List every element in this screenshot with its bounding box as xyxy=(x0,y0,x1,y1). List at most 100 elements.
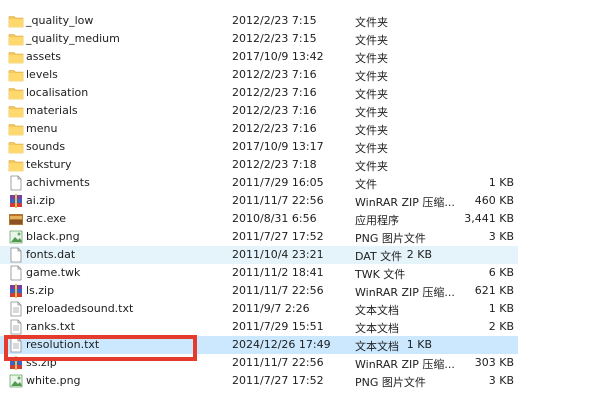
file-size: 2 KB xyxy=(406,248,432,261)
file-row[interactable]: _quality_medium 2012/2/23 7:15 文件夹 xyxy=(0,30,600,48)
file-date: 2012/2/23 7:15 xyxy=(232,32,317,45)
file-name: sounds xyxy=(26,140,66,153)
file-name: arc.exe xyxy=(26,212,67,225)
file-row[interactable]: white.png 2011/7/27 17:52 PNG 图片文件 3 KB xyxy=(0,372,600,390)
file-date: 2017/10/9 13:42 xyxy=(232,50,324,63)
file-name: ls.zip xyxy=(26,284,55,297)
file-date: 2012/2/23 7:16 xyxy=(232,86,317,99)
winrar-zip-icon xyxy=(8,283,24,299)
file-type: 文件夹 xyxy=(355,88,388,101)
file-size: 460 KB xyxy=(474,194,514,207)
file-type: TWK 文件 xyxy=(355,268,406,281)
folder-icon xyxy=(8,157,24,173)
folder-icon xyxy=(8,139,24,155)
file-type: WinRAR ZIP 压缩... xyxy=(355,358,455,371)
file-size: 303 KB xyxy=(474,356,514,369)
file-date: 2011/7/27 17:52 xyxy=(232,374,324,387)
file-row[interactable]: ranks.txt 2011/7/29 15:51 文本文档 2 KB xyxy=(0,318,600,336)
folder-icon xyxy=(8,31,24,47)
file-name: preloadedsound.txt xyxy=(26,302,134,315)
file-row[interactable]: materials 2012/2/23 7:16 文件夹 xyxy=(0,102,600,120)
file-type: 文件夹 xyxy=(355,16,388,29)
file-type: 文件夹 xyxy=(355,70,388,83)
annotation-highlight-box xyxy=(4,335,197,361)
file-size: 1 KB xyxy=(488,176,514,189)
file-name: fonts.dat xyxy=(26,248,76,261)
file-row[interactable]: arc.exe 2010/8/31 6:56 应用程序 3,441 KB xyxy=(0,210,600,228)
file-row[interactable]: teksturу 2012/2/23 7:18 文件夹 xyxy=(0,156,600,174)
file-type: 文件夹 xyxy=(355,160,388,173)
file-date: 2012/2/23 7:16 xyxy=(232,104,317,117)
file-name: menu xyxy=(26,122,58,135)
file-icon xyxy=(8,247,24,263)
file-date: 2011/11/7 22:56 xyxy=(232,284,324,297)
exe-icon xyxy=(8,211,24,227)
folder-icon xyxy=(8,85,24,101)
file-date: 2011/7/29 15:51 xyxy=(232,320,324,333)
file-type: PNG 图片文件 xyxy=(355,376,426,389)
folder-icon xyxy=(8,103,24,119)
folder-icon xyxy=(8,121,24,137)
file-type: 文件夹 xyxy=(355,52,388,65)
file-row[interactable]: ls.zip 2011/11/7 22:56 WinRAR ZIP 压缩... 621… xyxy=(0,282,600,300)
file-date: 2011/7/27 17:52 xyxy=(232,230,324,243)
file-date: 2024/12/26 17:49 xyxy=(232,338,331,351)
file-size: 3 KB xyxy=(488,230,514,243)
file-type: WinRAR ZIP 压缩... xyxy=(355,196,455,209)
file-row[interactable]: ai.zip 2011/11/7 22:56 WinRAR ZIP 压缩... 460… xyxy=(0,192,600,210)
file-name: localisation xyxy=(26,86,89,99)
file-row[interactable]: fonts.dat 2011/10/4 23:21 DAT 文件 2 KB xyxy=(0,246,518,264)
file-type: 文件夹 xyxy=(355,106,388,119)
file-name: ai.zip xyxy=(26,194,56,207)
file-name: _quality_low xyxy=(26,14,94,27)
file-name: black.png xyxy=(26,230,80,243)
file-date: 2012/2/23 7:16 xyxy=(232,122,317,135)
file-type: WinRAR ZIP 压缩... xyxy=(355,286,455,299)
file-row[interactable]: localisation 2012/2/23 7:16 文件夹 xyxy=(0,84,600,102)
text-file-icon xyxy=(8,319,24,335)
file-type: 文件夹 xyxy=(355,124,388,137)
file-date: 2011/7/29 16:05 xyxy=(232,176,324,189)
file-row[interactable]: assets 2017/10/9 13:42 文件夹 xyxy=(0,48,600,66)
file-type: PNG 图片文件 xyxy=(355,232,426,245)
file-name: materials xyxy=(26,104,78,117)
file-date: 2011/9/7 2:26 xyxy=(232,302,310,315)
file-row[interactable]: achivments 2011/7/29 16:05 文件 1 KB xyxy=(0,174,600,192)
file-size: 3,441 KB xyxy=(464,212,514,225)
file-icon xyxy=(8,265,24,281)
file-row[interactable]: preloadedsound.txt 2011/9/7 2:26 文本文档 1 KB xyxy=(0,300,600,318)
file-row[interactable]: levels 2012/2/23 7:16 文件夹 xyxy=(0,66,600,84)
file-size: 6 KB xyxy=(488,266,514,279)
file-row[interactable]: menu 2012/2/23 7:16 文件夹 xyxy=(0,120,600,138)
file-date: 2011/10/4 23:21 xyxy=(232,248,324,261)
file-date: 2010/8/31 6:56 xyxy=(232,212,317,225)
folder-icon xyxy=(8,13,24,29)
file-name: assets xyxy=(26,50,62,63)
text-file-icon xyxy=(8,301,24,317)
file-type: 文本文档 xyxy=(355,322,399,335)
folder-icon xyxy=(8,67,24,83)
file-name: game.twk xyxy=(26,266,81,279)
file-name: teksturу xyxy=(26,158,72,171)
file-row[interactable]: black.png 2011/7/27 17:52 PNG 图片文件 3 KB xyxy=(0,228,600,246)
file-date: 2011/11/2 18:41 xyxy=(232,266,324,279)
file-type: 文件 xyxy=(355,178,377,191)
file-size: 2 KB xyxy=(488,320,514,333)
file-row[interactable]: _quality_low 2012/2/23 7:15 文件夹 xyxy=(0,12,600,30)
file-date: 2017/10/9 13:17 xyxy=(232,140,324,153)
file-name: ranks.txt xyxy=(26,320,75,333)
file-size: 1 KB xyxy=(488,302,514,315)
file-icon xyxy=(8,175,24,191)
file-row[interactable]: game.twk 2011/11/2 18:41 TWK 文件 6 KB xyxy=(0,264,600,282)
folder-icon xyxy=(8,49,24,65)
file-name: achivments xyxy=(26,176,90,189)
winrar-zip-icon xyxy=(8,193,24,209)
file-date: 2011/11/7 22:56 xyxy=(232,194,324,207)
file-date: 2012/2/23 7:15 xyxy=(232,14,317,27)
file-name: white.png xyxy=(26,374,81,387)
file-size: 1 KB xyxy=(406,338,432,351)
file-row[interactable]: sounds 2017/10/9 13:17 文件夹 xyxy=(0,138,600,156)
file-type: 应用程序 xyxy=(355,214,399,227)
file-type: 文件夹 xyxy=(355,142,388,155)
file-type: 文本文档 xyxy=(355,340,399,353)
